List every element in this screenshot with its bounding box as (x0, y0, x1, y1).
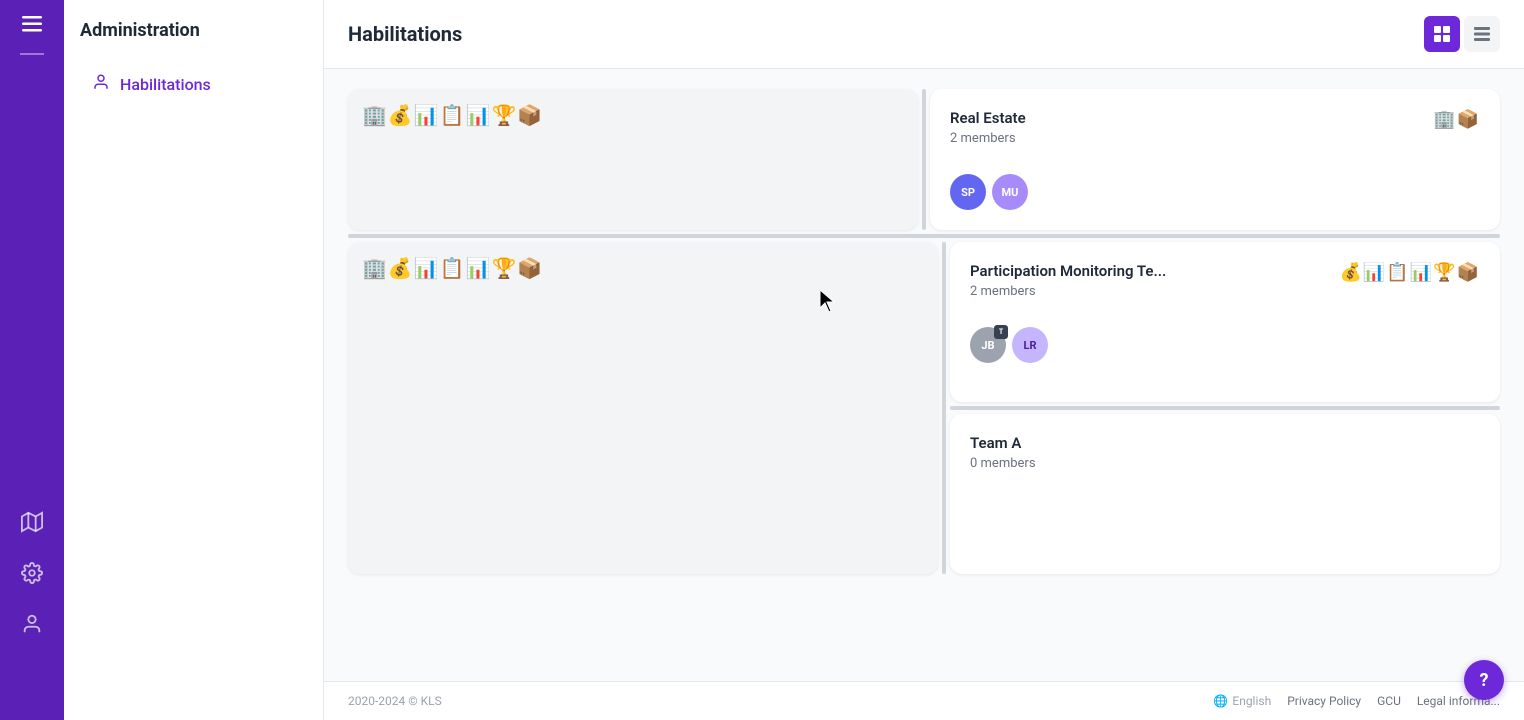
grid-view-button[interactable] (1424, 16, 1460, 52)
avatar-jb: JB T (970, 327, 1006, 363)
avatar-mu: MU (992, 174, 1028, 210)
participation-members: 2 members (970, 284, 1166, 299)
main-header: Habilitations (324, 0, 1524, 69)
sidebar (0, 0, 64, 720)
real-estate-title: Real Estate (950, 109, 1026, 127)
card-real-estate[interactable]: Real Estate 2 members 🏢📦 SP MU (930, 89, 1500, 230)
copyright: 2020-2024 © KLS (348, 694, 442, 708)
language-label: English (1232, 694, 1271, 708)
mid-left-emojis: 🏢💰📊📋📊🏆📦 (362, 256, 543, 280)
left-panel: Administration Habilitations (64, 0, 324, 720)
card-mid-left[interactable]: 🏢💰📊📋📊🏆📦 (348, 242, 938, 574)
map-icon[interactable] (21, 511, 43, 538)
participation-emojis: 💰📊📋📊🏆📦 (1340, 262, 1480, 283)
col-divider-2[interactable] (942, 242, 946, 574)
team-a-title: Team A (970, 434, 1480, 452)
gear-icon[interactable] (21, 562, 43, 589)
sidebar-bottom-icons (21, 511, 43, 640)
help-button[interactable]: ? (1464, 660, 1504, 700)
participation-avatars: JB T LR (970, 327, 1480, 363)
avatar-lr: LR (1012, 327, 1048, 363)
gcu-link[interactable]: GCU (1377, 694, 1401, 708)
row-divider-1[interactable] (348, 234, 1500, 238)
team-a-members: 0 members (970, 456, 1480, 471)
real-estate-members: 2 members (950, 131, 1026, 146)
profile-icon[interactable] (21, 613, 43, 640)
real-estate-avatars: SP MU (950, 174, 1480, 210)
real-estate-emojis: 🏢📦 (1433, 109, 1480, 130)
language-icon: 🌐 (1213, 694, 1228, 708)
habilitations-nav-label: Habilitations (120, 75, 211, 94)
view-toggles (1424, 16, 1500, 52)
card-team-a[interactable]: Team A 0 members (950, 414, 1500, 574)
list-view-button[interactable] (1464, 16, 1500, 52)
row-divider-2[interactable] (950, 406, 1500, 410)
admin-title: Administration (80, 20, 307, 41)
footer: 2020-2024 © KLS 🌐 English Privacy Policy… (324, 681, 1524, 720)
col-divider-1[interactable] (922, 89, 926, 230)
language-selector[interactable]: 🌐 English (1213, 694, 1271, 708)
main-content: Habilitations (324, 0, 1524, 720)
sidebar-divider (20, 53, 44, 55)
card-top-left[interactable]: 🏢💰📊📋📊🏆📦 (348, 89, 918, 230)
card-participation[interactable]: Participation Monitoring Te... 2 members… (950, 242, 1500, 402)
habilitations-nav-icon (92, 73, 110, 96)
privacy-policy-link[interactable]: Privacy Policy (1287, 694, 1361, 708)
nav-item-habilitations[interactable]: Habilitations (80, 65, 307, 104)
footer-links: 🌐 English Privacy Policy GCU Legal infor… (1213, 694, 1500, 708)
participation-title: Participation Monitoring Te... (970, 262, 1166, 280)
grid-area: 🏢💰📊📋📊🏆📦 Real Estate 2 members 🏢📦 SP MU (324, 69, 1524, 681)
main-title: Habilitations (348, 22, 462, 46)
avatar-sp: SP (950, 174, 986, 210)
menu-icon[interactable] (22, 16, 42, 37)
top-left-emojis: 🏢💰📊📋📊🏆📦 (362, 103, 543, 127)
jb-badge: T (994, 325, 1008, 339)
